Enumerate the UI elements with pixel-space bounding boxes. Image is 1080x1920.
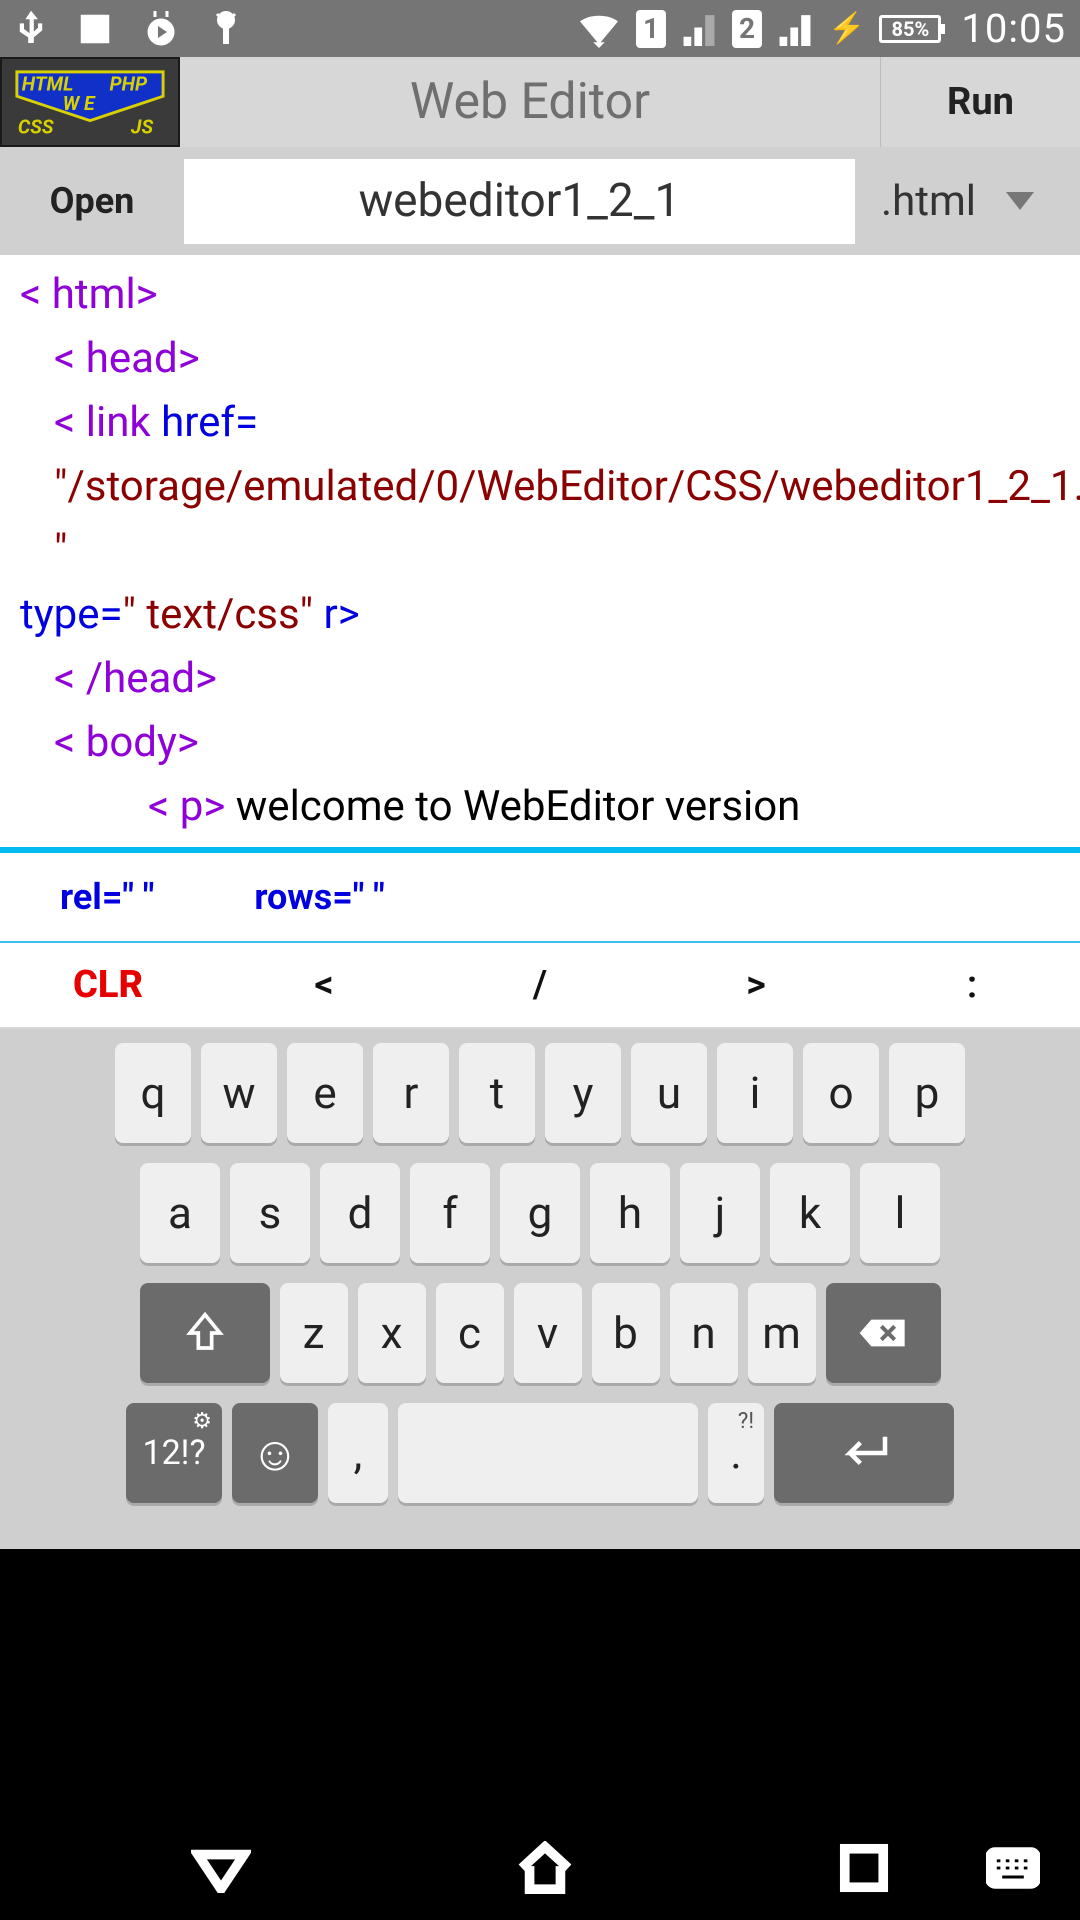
key-o[interactable]: o [803, 1043, 879, 1143]
key-k[interactable]: k [770, 1163, 850, 1263]
filename-input[interactable]: webeditor1_2_1 [184, 159, 855, 244]
key-a[interactable]: a [140, 1163, 220, 1263]
space-key[interactable] [398, 1403, 698, 1503]
suggestion-item[interactable]: rows=" " [254, 876, 384, 918]
slash-button[interactable]: / [432, 963, 648, 1007]
key-m[interactable]: m [748, 1283, 816, 1383]
signal1-icon [680, 12, 718, 46]
period-key[interactable]: ?! . [708, 1403, 764, 1503]
chevron-down-icon [1006, 192, 1034, 210]
key-y[interactable]: y [545, 1043, 621, 1143]
emoji-icon: ☺ [250, 1425, 299, 1482]
svg-text:PHP: PHP [109, 72, 148, 95]
android-debug-icon [208, 8, 244, 50]
enter-icon [836, 1435, 892, 1471]
clock-text: 10:05 [961, 5, 1066, 52]
gear-icon: ⚙ [192, 1409, 212, 1434]
key-h[interactable]: h [590, 1163, 670, 1263]
key-f[interactable]: f [410, 1163, 490, 1263]
key-x[interactable]: x [358, 1283, 426, 1383]
key-row-3: z x c v b n m [6, 1283, 1074, 1383]
app-title: Web Editor [180, 57, 880, 147]
signal2-icon [776, 12, 814, 46]
extension-label: .html [881, 177, 976, 226]
charging-icon: ⚡ [828, 11, 865, 46]
key-p[interactable]: p [889, 1043, 965, 1143]
wifi-icon [576, 10, 622, 48]
key-b[interactable]: b [592, 1283, 660, 1383]
shift-key[interactable] [140, 1283, 270, 1383]
recent-apps-button[interactable] [839, 1843, 889, 1893]
shift-icon [185, 1311, 225, 1355]
backspace-key[interactable] [826, 1283, 941, 1383]
app-logo: HTML PHP W E CSS JS [0, 57, 180, 147]
gt-button[interactable]: > [648, 963, 864, 1007]
symbols-key[interactable]: ⚙ 12!? [126, 1403, 222, 1503]
key-c[interactable]: c [436, 1283, 504, 1383]
key-q[interactable]: q [115, 1043, 191, 1143]
sim2-icon: 2 [732, 10, 762, 48]
sim1-icon: 1 [636, 10, 666, 48]
extension-dropdown[interactable]: .html [855, 177, 1060, 226]
picture-icon [76, 10, 114, 48]
key-d[interactable]: d [320, 1163, 400, 1263]
comma-key[interactable]: , [328, 1403, 388, 1503]
usb-icon [14, 8, 48, 50]
battery-icon: 85% [879, 15, 941, 43]
play-badge-icon [142, 8, 180, 50]
key-e[interactable]: e [287, 1043, 363, 1143]
system-nav-bar [0, 1816, 1080, 1920]
svg-text:JS: JS [131, 115, 154, 138]
keyboard-switch-button[interactable] [986, 1847, 1040, 1889]
lt-button[interactable]: < [216, 963, 432, 1007]
key-u[interactable]: u [631, 1043, 707, 1143]
key-z[interactable]: z [280, 1283, 348, 1383]
key-l[interactable]: l [860, 1163, 940, 1263]
svg-text:CSS: CSS [18, 115, 54, 138]
code-editor[interactable]: < html> < head> < link href= "/storage/e… [0, 255, 1080, 847]
colon-button[interactable]: : [864, 963, 1080, 1007]
soft-keyboard: q w e r t y u i o p a s d f g h j k l z [0, 1029, 1080, 1549]
key-row-1: q w e r t y u i o p [6, 1043, 1074, 1143]
key-n[interactable]: n [670, 1283, 738, 1383]
backspace-icon [858, 1315, 908, 1351]
key-w[interactable]: w [201, 1043, 277, 1143]
run-button[interactable]: Run [880, 57, 1080, 147]
key-j[interactable]: j [680, 1163, 760, 1263]
home-button[interactable] [513, 1841, 577, 1895]
key-s[interactable]: s [230, 1163, 310, 1263]
key-row-4: ⚙ 12!? ☺ , ?! . [6, 1403, 1074, 1503]
open-button[interactable]: Open [0, 180, 184, 222]
back-button[interactable] [191, 1843, 251, 1893]
app-header: HTML PHP W E CSS JS Web Editor Run [0, 57, 1080, 147]
svg-text:W E: W E [63, 92, 96, 115]
emoji-key[interactable]: ☺ [232, 1403, 318, 1503]
key-t[interactable]: t [459, 1043, 535, 1143]
symbol-toolbar: CLR < / > : [0, 943, 1080, 1029]
suggestion-bar: rel=" " rows=" " [0, 847, 1080, 943]
file-bar: Open webeditor1_2_1 .html [0, 147, 1080, 255]
status-bar: 1 2 ⚡ 85% 10:05 [0, 0, 1080, 57]
suggestion-item[interactable]: rel=" " [60, 876, 154, 918]
key-g[interactable]: g [500, 1163, 580, 1263]
key-i[interactable]: i [717, 1043, 793, 1143]
key-v[interactable]: v [514, 1283, 582, 1383]
enter-key[interactable] [774, 1403, 954, 1503]
key-r[interactable]: r [373, 1043, 449, 1143]
clear-button[interactable]: CLR [0, 963, 216, 1007]
key-row-2: a s d f g h j k l [6, 1163, 1074, 1263]
